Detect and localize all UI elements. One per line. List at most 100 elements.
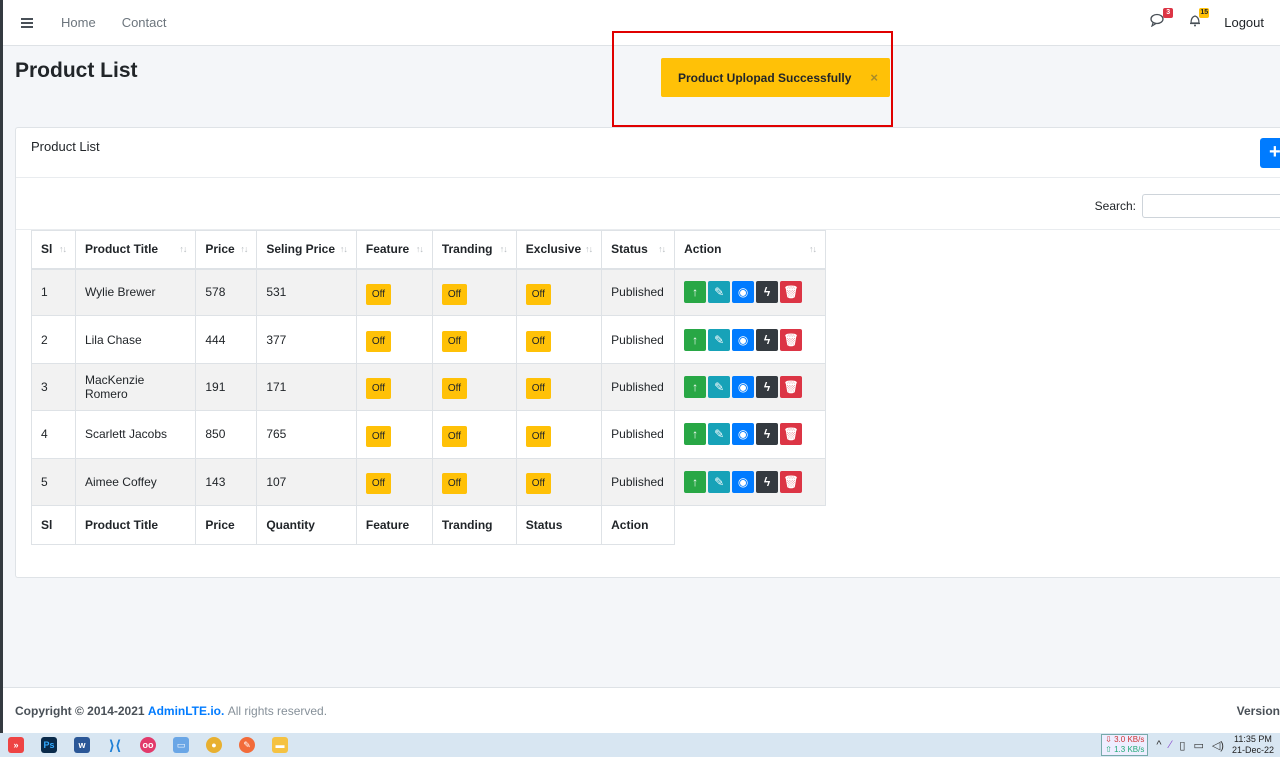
volume-icon[interactable]: ◁) (1212, 739, 1224, 752)
clock[interactable]: 11:35 PM 21-Dec-22 (1232, 734, 1274, 756)
th-sl[interactable]: Sl ↑↓ (31, 230, 76, 270)
edit-button[interactable]: ✎ (708, 328, 731, 351)
sort-icon: ↑↓ (809, 244, 817, 255)
delete-button[interactable]: 🗑 (780, 375, 803, 398)
edit-button[interactable]: ✎ (708, 470, 731, 493)
product-list-card: Product List + Search: Sl ↑↓ Product Titl… (15, 127, 1280, 578)
card-header: Product List + (16, 128, 1280, 178)
chrome-icon[interactable]: ● (206, 737, 222, 753)
sidebar-edge (0, 0, 3, 733)
sort-icon: ↑↓ (339, 244, 348, 255)
th-selling-price[interactable]: Seling Price ↑↓ (256, 230, 357, 270)
record-app-icon[interactable]: oo (140, 737, 156, 753)
nav-link-contact[interactable]: Contact (122, 15, 167, 30)
th-action[interactable]: Action ↑↓ (674, 230, 826, 270)
th-status[interactable]: Status ↑↓ (601, 230, 676, 270)
sort-icon: ↑↓ (179, 244, 187, 255)
publish-button[interactable]: ↑ (684, 328, 707, 351)
tranding-toggle[interactable]: Off (441, 283, 467, 305)
th-tranding[interactable]: Tranding ↑↓ (431, 230, 517, 270)
menu-toggle-icon[interactable] (21, 17, 33, 28)
publish-button[interactable]: ↑ (684, 470, 707, 493)
flash-button[interactable]: ϟ (756, 375, 779, 398)
photoshop-icon[interactable]: Ps (41, 737, 57, 753)
feature-toggle[interactable]: Off (365, 473, 392, 495)
anydesk-icon[interactable]: » (8, 737, 24, 753)
tf-feature: Feature (355, 504, 433, 545)
down-arrow-icon: ⇩ (1105, 735, 1112, 744)
cell-action: ↑ ✎ ◉ ϟ 🗑 (674, 315, 826, 364)
th-exclusive[interactable]: Exclusive ↑↓ (515, 230, 603, 270)
exclusive-toggle[interactable]: Off (525, 331, 551, 353)
add-product-button[interactable]: + (1260, 138, 1280, 168)
exclusive-toggle[interactable]: Off (525, 473, 551, 495)
vscode-icon[interactable]: ⟩⟨ (107, 737, 123, 753)
tranding-toggle[interactable]: Off (441, 473, 467, 495)
edit-button[interactable]: ✎ (708, 281, 731, 304)
wallet-icon[interactable]: ▭ (173, 737, 189, 753)
publish-button[interactable]: ↑ (684, 281, 707, 304)
view-button[interactable]: ◉ (732, 375, 755, 398)
delete-button[interactable]: 🗑 (780, 281, 803, 304)
logout-link[interactable]: Logout (1224, 15, 1264, 30)
view-button[interactable]: ◉ (732, 281, 755, 304)
table-row: 4 Scarlett Jacobs 850 765 Off Off Off Published… (31, 410, 826, 459)
delete-button[interactable]: 🗑 (780, 328, 803, 351)
messages-button[interactable]: 3 (1150, 8, 1174, 32)
th-feature[interactable]: Feature ↑↓ (355, 230, 433, 270)
edit-button[interactable]: ✎ (708, 375, 731, 398)
edit-icon: ✎ (714, 285, 725, 300)
view-button[interactable]: ◉ (732, 423, 755, 446)
cell-tranding: Off (431, 410, 517, 459)
view-button[interactable]: ◉ (732, 470, 755, 493)
flash-button[interactable]: ϟ (756, 328, 779, 351)
flash-button[interactable]: ϟ (756, 281, 779, 304)
footer-copyright: Copyright © 2014-2021 (15, 703, 145, 718)
exclusive-toggle[interactable]: Off (525, 283, 551, 305)
bolt-icon: ϟ (763, 332, 771, 347)
view-button[interactable]: ◉ (732, 328, 755, 351)
notifications-button[interactable]: 15 (1188, 8, 1210, 32)
feature-toggle[interactable]: Off (365, 283, 392, 305)
footer-brand-link[interactable]: AdminLTE.io. (148, 704, 224, 718)
cell-price: 143 (195, 457, 258, 506)
delete-button[interactable]: 🗑 (780, 470, 803, 493)
exclusive-toggle[interactable]: Off (525, 425, 551, 447)
cell-price: 191 (195, 362, 258, 412)
file-explorer-icon[interactable]: ▬ (272, 737, 288, 753)
feature-toggle[interactable]: Off (365, 425, 392, 447)
word-icon[interactable]: w (74, 737, 90, 753)
chevron-up-icon[interactable]: ^ (1156, 739, 1161, 751)
cell-sl: 1 (31, 267, 76, 317)
publish-button[interactable]: ↑ (684, 423, 707, 446)
tranding-toggle[interactable]: Off (441, 331, 467, 353)
toast-close-icon[interactable]: × (870, 70, 878, 85)
feature-toggle[interactable]: Off (365, 331, 392, 353)
search-input[interactable] (1142, 194, 1280, 218)
products-table: Sl ↑↓ Product Title ↑↓ Price ↑↓ Seling Pric… (31, 230, 826, 545)
cell-action: ↑ ✎ ◉ ϟ 🗑 (674, 410, 826, 459)
delete-button[interactable]: 🗑 (780, 423, 803, 446)
cell-feature: Off (355, 362, 433, 412)
cell-exclusive: Off (515, 457, 603, 506)
flash-button[interactable]: ϟ (756, 470, 779, 493)
cell-exclusive: Off (515, 267, 603, 317)
th-product-title[interactable]: Product Title ↑↓ (74, 230, 197, 270)
publish-button[interactable]: ↑ (684, 375, 707, 398)
nav-link-home[interactable]: Home (61, 15, 96, 30)
exclusive-toggle[interactable]: Off (525, 378, 551, 400)
pen-icon[interactable]: ⁄ (1170, 739, 1172, 751)
postman-icon[interactable]: ✎ (239, 737, 255, 753)
bolt-icon: ϟ (763, 379, 771, 394)
network-icon[interactable]: ▭ (1193, 739, 1203, 752)
th-price[interactable]: Price ↑↓ (195, 230, 258, 270)
flash-button[interactable]: ϟ (756, 423, 779, 446)
tranding-toggle[interactable]: Off (441, 425, 467, 447)
battery-icon[interactable]: ▯ (1179, 739, 1185, 752)
feature-toggle[interactable]: Off (365, 378, 392, 400)
tranding-toggle[interactable]: Off (441, 378, 467, 400)
tf-sl: Sl (31, 504, 76, 545)
bolt-icon: ϟ (763, 474, 771, 489)
cell-tranding: Off (431, 457, 517, 506)
edit-button[interactable]: ✎ (708, 423, 731, 446)
